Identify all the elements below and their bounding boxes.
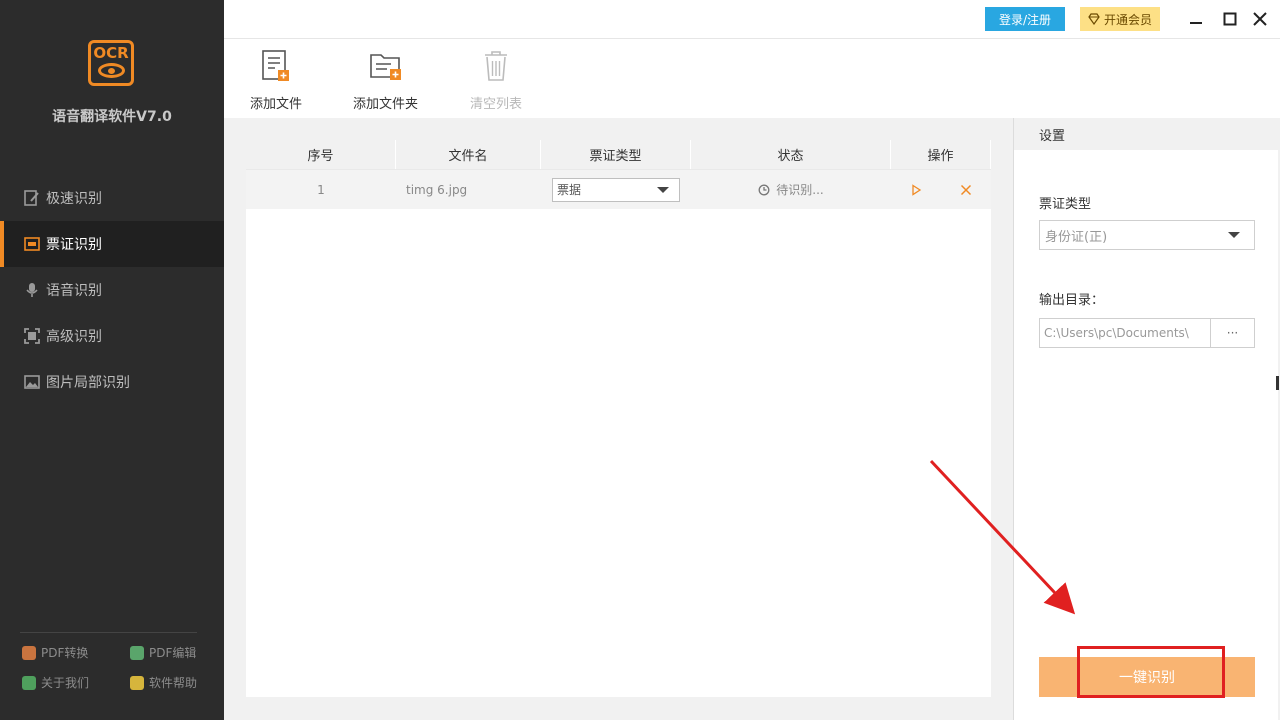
ticket-type-value: 身份证(正) [1045, 229, 1108, 245]
sidebar-item-advanced-recognition[interactable]: 高级识别 [0, 313, 224, 359]
delete-row-button[interactable] [960, 184, 972, 196]
pdf-edit-icon [130, 645, 144, 660]
trash-icon [485, 51, 507, 81]
about-us-link[interactable]: 关于我们 [22, 674, 130, 691]
close-button[interactable] [1250, 9, 1270, 29]
logo-text: OCR [93, 44, 129, 62]
link-label: 软件帮助 [149, 676, 198, 690]
settings-header: 设置 [1014, 118, 1278, 150]
column-header-filename: 文件名 [396, 140, 541, 169]
annotation-highlight-box [1077, 646, 1225, 698]
output-dir-label: 输出目录： [1039, 293, 1105, 308]
chevron-down-icon [1228, 232, 1240, 238]
link-label: PDF编辑 [149, 646, 197, 660]
sidebar-links: PDF转换 PDF编辑 关于我们 软件帮助 [22, 644, 212, 691]
vip-label: 开通会员 [1103, 12, 1152, 27]
ticket-type-select[interactable]: 身份证(正) [1039, 220, 1255, 250]
sidebar-divider [20, 632, 197, 633]
link-label: PDF转换 [41, 646, 89, 660]
pdf-convert-icon [22, 645, 36, 660]
chevron-down-icon [657, 186, 669, 193]
play-icon [912, 183, 922, 196]
pdf-edit-link[interactable]: PDF编辑 [130, 644, 212, 661]
sidebar-item-label: 极速识别 [46, 191, 102, 207]
add-file-button[interactable]: 添加文件 [250, 49, 302, 112]
file-table: 序号 文件名 票证类型 状态 操作 1 timg 6.jpg 票据 待识别... [246, 140, 991, 697]
row-type-value: 票据 [557, 183, 582, 197]
row-type-cell: 票据 [541, 170, 691, 209]
ticket-type-label: 票证类型 [1039, 197, 1092, 212]
sidebar-item-label: 高级识别 [46, 329, 102, 345]
sidebar-item-label: 票证识别 [46, 237, 102, 253]
settings-panel: 设置 票证类型 身份证(正) 输出目录： C:\Users\pc\Documen… [1013, 118, 1278, 720]
sidebar-item-label: 图片局部识别 [46, 375, 130, 391]
column-header-index: 序号 [246, 140, 396, 169]
status-text: 待识别... [776, 183, 824, 197]
table-row[interactable]: 1 timg 6.jpg 票据 待识别... [246, 170, 991, 209]
close-icon [960, 184, 972, 195]
login-register-button[interactable]: 登录/注册 [985, 7, 1065, 31]
open-vip-button[interactable]: 开通会员 [1080, 7, 1160, 31]
add-folder-label: 添加文件夹 [353, 97, 419, 112]
output-dir-input[interactable]: C:\Users\pc\Documents\ [1039, 318, 1211, 348]
edit-doc-icon [24, 190, 40, 206]
sidebar-item-voice-recognition[interactable]: 语音识别 [0, 267, 224, 313]
maximize-button[interactable] [1220, 9, 1240, 29]
add-folder-icon [369, 54, 401, 80]
clear-list-label: 清空列表 [470, 97, 523, 112]
row-status: 待识别... [691, 170, 891, 209]
sidebar-item-label: 语音识别 [46, 283, 102, 299]
add-file-icon [262, 50, 289, 81]
about-icon [22, 675, 36, 690]
add-folder-button[interactable]: 添加文件夹 [353, 49, 418, 112]
browse-dir-button[interactable]: ··· [1211, 318, 1255, 348]
clear-list-button[interactable]: 清空列表 [470, 49, 522, 112]
row-type-select[interactable]: 票据 [552, 177, 680, 202]
link-label: 关于我们 [41, 676, 90, 690]
software-help-link[interactable]: 软件帮助 [130, 674, 212, 691]
sidebar-nav: 极速识别 票证识别 语音识别 高级识别 图片局部识别 [0, 175, 224, 405]
app-title: 语音翻译软件V7.0 [52, 109, 172, 125]
ticket-icon [24, 236, 40, 252]
eye-icon [98, 63, 125, 78]
title-bar: 登录/注册 开通会员 [224, 0, 1280, 38]
image-icon [24, 374, 40, 390]
diamond-icon [1088, 13, 1100, 25]
minimize-button[interactable] [1186, 9, 1206, 29]
ocr-logo-icon: OCR [88, 40, 134, 86]
filename-text: timg 6.jpg [406, 182, 468, 197]
window-edge-marker [1276, 376, 1279, 390]
row-filename: timg 6.jpg [396, 170, 541, 209]
minimize-icon [1190, 22, 1202, 24]
column-header-status: 状态 [691, 140, 891, 169]
toolbar: 添加文件 添加文件夹 清空列表 [224, 38, 1280, 118]
start-recognition-button[interactable] [910, 183, 922, 196]
add-file-label: 添加文件 [250, 97, 303, 112]
pdf-convert-link[interactable]: PDF转换 [22, 644, 130, 661]
help-icon [130, 675, 144, 690]
close-icon [1253, 12, 1267, 26]
scan-frame-icon [24, 328, 40, 344]
row-actions [891, 170, 991, 209]
sidebar: OCR 语音翻译软件V7.0 极速识别 票证识别 语音识别 高级识别 图片局部识… [0, 0, 224, 720]
column-header-actions: 操作 [891, 140, 991, 169]
sidebar-item-fast-recognition[interactable]: 极速识别 [0, 175, 224, 221]
table-header: 序号 文件名 票证类型 状态 操作 [246, 140, 991, 170]
sidebar-item-ticket-recognition[interactable]: 票证识别 [0, 221, 224, 267]
clock-icon [758, 184, 770, 196]
row-index: 1 [317, 182, 325, 197]
column-header-type: 票证类型 [541, 140, 691, 169]
sidebar-item-partial-image-recognition[interactable]: 图片局部识别 [0, 359, 224, 405]
maximize-icon [1223, 12, 1237, 26]
microphone-icon [24, 282, 40, 298]
